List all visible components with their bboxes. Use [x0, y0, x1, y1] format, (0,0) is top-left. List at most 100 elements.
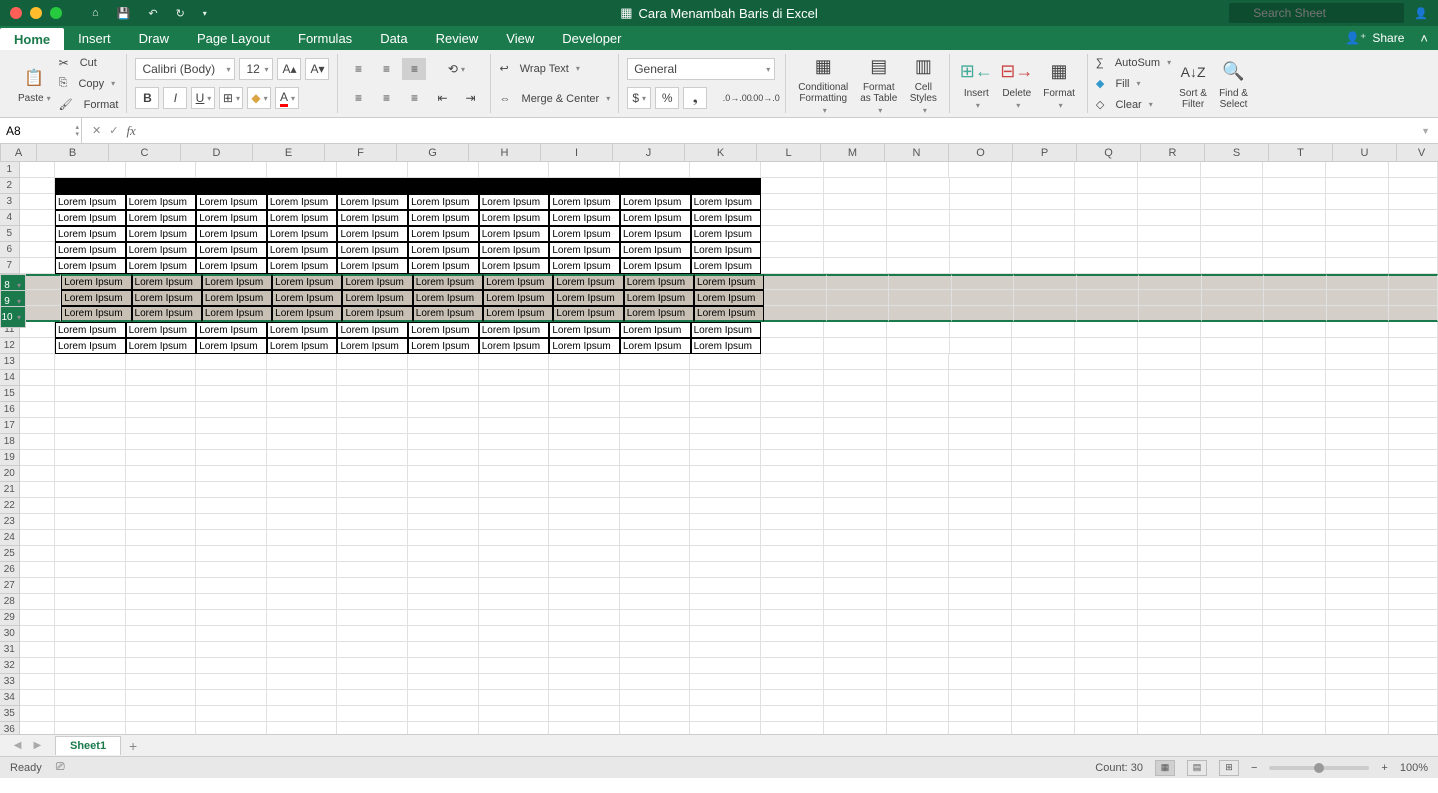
cell[interactable]	[824, 626, 887, 642]
cell[interactable]	[267, 610, 338, 626]
cell[interactable]: Lorem Ipsum	[126, 210, 197, 226]
cell[interactable]	[949, 722, 1012, 734]
cell[interactable]: Lorem Ipsum	[337, 226, 408, 242]
number-format-select[interactable]: General	[627, 58, 775, 80]
cell[interactable]: Lorem Ipsum	[132, 290, 202, 306]
cell[interactable]	[408, 626, 479, 642]
cell[interactable]	[1201, 642, 1264, 658]
cell[interactable]	[949, 370, 1012, 386]
cell[interactable]	[761, 658, 824, 674]
column-header[interactable]: L	[757, 144, 821, 161]
cell[interactable]	[761, 162, 824, 178]
cell[interactable]	[1389, 706, 1438, 722]
cell[interactable]	[408, 594, 479, 610]
row-header[interactable]: 3	[0, 194, 20, 210]
cell[interactable]	[620, 546, 691, 562]
cell[interactable]	[1075, 466, 1138, 482]
sheet-prev-icon[interactable]: ◀	[14, 740, 22, 751]
cell[interactable]	[1012, 498, 1075, 514]
cell[interactable]	[479, 498, 550, 514]
italic-button[interactable]: I	[163, 87, 187, 109]
cell[interactable]	[196, 354, 267, 370]
cell[interactable]	[1014, 274, 1076, 290]
cell[interactable]	[337, 706, 408, 722]
cell[interactable]	[949, 354, 1012, 370]
column-header[interactable]: O	[949, 144, 1013, 161]
cell[interactable]	[1077, 290, 1139, 306]
row-header[interactable]: 20	[0, 466, 20, 482]
cell[interactable]	[1138, 610, 1201, 626]
cell[interactable]	[1012, 178, 1075, 194]
cell[interactable]	[337, 690, 408, 706]
cell[interactable]	[824, 690, 887, 706]
cell[interactable]: Lorem Ipsum	[126, 338, 197, 354]
cell[interactable]	[1075, 578, 1138, 594]
row-header[interactable]: 27	[0, 578, 20, 594]
cell[interactable]	[761, 450, 824, 466]
cell[interactable]: Lorem Ipsum	[61, 274, 131, 290]
cell[interactable]	[690, 450, 761, 466]
cell[interactable]	[55, 178, 126, 194]
row-header[interactable]: 24	[0, 530, 20, 546]
decrease-font-button[interactable]: A▾	[305, 58, 329, 80]
cell[interactable]	[55, 642, 126, 658]
cell[interactable]	[549, 722, 620, 734]
cell[interactable]	[690, 578, 761, 594]
cell[interactable]	[1075, 674, 1138, 690]
cell[interactable]	[1389, 306, 1438, 322]
cell[interactable]	[887, 594, 950, 610]
cell[interactable]: Lorem Ipsum	[479, 258, 550, 274]
cancel-formula-icon[interactable]: ✕	[92, 124, 101, 137]
cell[interactable]	[1138, 674, 1201, 690]
autosum-button[interactable]: ∑ AutoSum	[1096, 53, 1171, 73]
cell[interactable]: Lorem Ipsum	[479, 210, 550, 226]
cell[interactable]	[761, 386, 824, 402]
cell[interactable]: Lorem Ipsum	[483, 306, 553, 322]
cell[interactable]	[479, 530, 550, 546]
cell[interactable]	[620, 722, 691, 734]
cell[interactable]	[824, 450, 887, 466]
cell[interactable]	[1012, 242, 1075, 258]
cell[interactable]: Lorem Ipsum	[196, 226, 267, 242]
cell[interactable]	[1201, 562, 1264, 578]
cell[interactable]: Lorem Ipsum	[55, 258, 126, 274]
cell[interactable]	[1389, 210, 1438, 226]
cell[interactable]	[761, 354, 824, 370]
cell[interactable]	[337, 162, 408, 178]
cell[interactable]	[949, 626, 1012, 642]
cell[interactable]	[1012, 626, 1075, 642]
row-header[interactable]: 16	[0, 402, 20, 418]
tab-view[interactable]: View	[492, 26, 548, 50]
cell[interactable]	[1012, 706, 1075, 722]
cell[interactable]	[887, 226, 950, 242]
cell[interactable]	[126, 674, 197, 690]
cell[interactable]	[1263, 226, 1326, 242]
cell[interactable]	[690, 658, 761, 674]
cell[interactable]	[55, 722, 126, 734]
cell[interactable]	[1201, 466, 1264, 482]
cell[interactable]	[1389, 290, 1438, 306]
cell[interactable]: Lorem Ipsum	[408, 242, 479, 258]
cell[interactable]	[1263, 626, 1326, 642]
row-header[interactable]: 1	[0, 162, 20, 178]
cell[interactable]: Lorem Ipsum	[196, 242, 267, 258]
row-header[interactable]: 25	[0, 546, 20, 562]
cell[interactable]	[1075, 690, 1138, 706]
cell[interactable]	[887, 658, 950, 674]
cell[interactable]	[55, 162, 126, 178]
cell[interactable]	[1201, 370, 1264, 386]
cell[interactable]	[620, 450, 691, 466]
cell[interactable]	[549, 546, 620, 562]
share-button[interactable]: 👤⁺ Share	[1345, 26, 1410, 50]
cell[interactable]	[1201, 690, 1264, 706]
cell[interactable]	[690, 514, 761, 530]
cell[interactable]	[952, 274, 1014, 290]
formula-input[interactable]	[146, 118, 1413, 143]
cell[interactable]: Lorem Ipsum	[408, 210, 479, 226]
cell[interactable]	[1075, 594, 1138, 610]
cell[interactable]	[1201, 386, 1264, 402]
cell[interactable]	[887, 706, 950, 722]
cell[interactable]	[549, 658, 620, 674]
cell[interactable]	[55, 530, 126, 546]
cell[interactable]	[620, 626, 691, 642]
